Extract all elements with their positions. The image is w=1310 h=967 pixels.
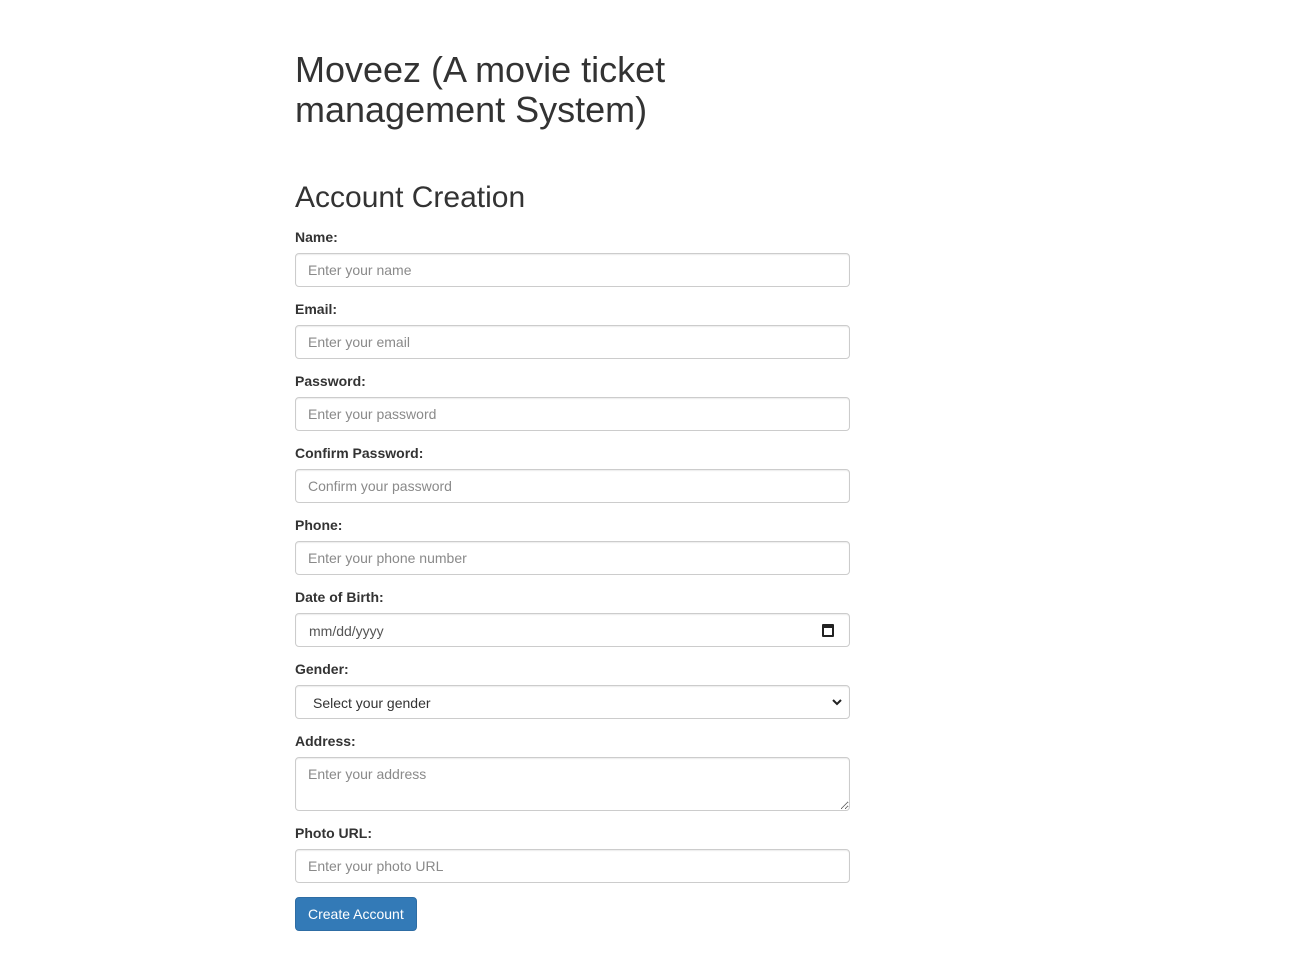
dob-group: Date of Birth: mm/dd/yyyy [295, 589, 850, 647]
password-input[interactable] [295, 397, 850, 431]
gender-group: Gender: Select your gender [295, 661, 850, 719]
gender-select[interactable]: Select your gender [295, 685, 850, 719]
address-group: Address: [295, 733, 850, 811]
gender-selected-value: Select your gender [313, 695, 431, 711]
dob-input[interactable]: mm/dd/yyyy [295, 613, 850, 647]
password-label: Password: [295, 373, 366, 389]
email-label: Email: [295, 301, 338, 317]
name-input[interactable] [295, 253, 850, 287]
main-container: Moveez (A movie ticket management System… [295, 0, 850, 931]
phone-input[interactable] [295, 541, 850, 575]
phone-label: Phone: [295, 517, 343, 533]
phone-group: Phone: [295, 517, 850, 575]
dob-label: Date of Birth: [295, 589, 384, 605]
gender-label: Gender: [295, 661, 349, 677]
email-group: Email: [295, 301, 850, 359]
account-creation-form: Name: Email: Password: Confirm Password:… [295, 229, 850, 931]
password-group: Password: [295, 373, 850, 431]
email-input[interactable] [295, 325, 850, 359]
confirm-password-group: Confirm Password: [295, 445, 850, 503]
photo-url-label: Photo URL: [295, 825, 372, 841]
photo-url-input[interactable] [295, 849, 850, 883]
form-title: Account Creation [295, 181, 526, 214]
name-label: Name: [295, 229, 338, 245]
app-title: Moveez (A movie ticket management System… [295, 49, 666, 130]
name-group: Name: [295, 229, 850, 287]
photo-url-group: Photo URL: [295, 825, 850, 883]
create-account-button[interactable]: Create Account [295, 897, 417, 931]
chevron-down-icon [832, 699, 842, 706]
confirm-password-input[interactable] [295, 469, 850, 503]
address-textarea[interactable] [295, 757, 850, 811]
dob-format-text: mm/dd/yyyy [309, 623, 384, 639]
address-label: Address: [295, 733, 356, 749]
calendar-icon[interactable] [822, 624, 834, 637]
confirm-password-label: Confirm Password: [295, 445, 424, 461]
